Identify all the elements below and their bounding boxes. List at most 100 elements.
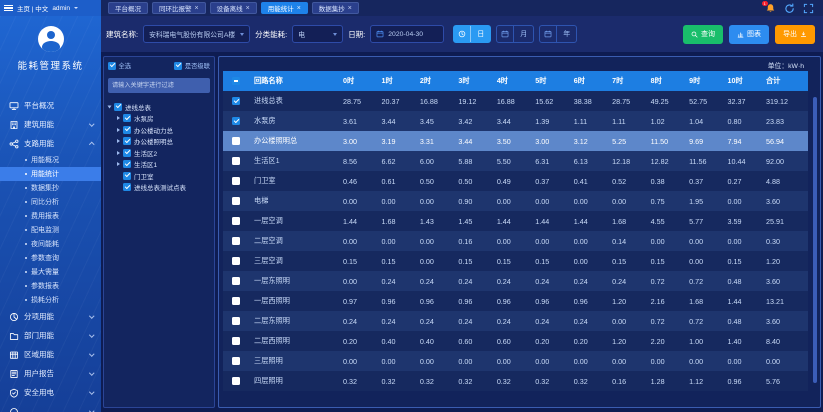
tab-3[interactable]: 设备离线×	[210, 2, 257, 14]
row-checkbox[interactable]	[232, 297, 240, 305]
fullscreen-icon[interactable]	[803, 3, 814, 14]
export-button[interactable]: 导出	[775, 25, 815, 44]
range-day-button[interactable]: 日	[453, 25, 491, 43]
sidebar-subitem-1[interactable]: 用能概况	[0, 153, 101, 167]
tab-4[interactable]: 用能统计×	[261, 2, 308, 14]
caret-icon[interactable]	[108, 105, 112, 108]
chart-view-button[interactable]: 图表	[729, 25, 769, 44]
tab-2[interactable]: 同环比报警×	[152, 2, 206, 14]
tree-node-checkbox[interactable]	[123, 160, 131, 168]
sidebar-subitem-9[interactable]: 最大需量	[0, 265, 101, 279]
chevron-down-icon	[89, 389, 94, 394]
sidebar-subitem-5[interactable]: 费用报表	[0, 209, 101, 223]
tree-node-5[interactable]: 生活区2	[108, 147, 210, 159]
row-checkbox[interactable]	[232, 317, 240, 325]
sidebar-subitem-2[interactable]: 用能统计	[0, 167, 101, 181]
tab-close-icon[interactable]: ×	[297, 5, 301, 12]
row-checkbox[interactable]	[232, 357, 240, 365]
sidebar-subitem-6[interactable]: 配电监测	[0, 223, 101, 237]
range-year-button[interactable]: 年	[539, 25, 577, 43]
sidebar-item-3[interactable]: 支路用能	[0, 134, 101, 153]
sidebar-item-5[interactable]: 部门用能	[0, 326, 101, 345]
home-language-link[interactable]: 主页 | 中文	[17, 3, 48, 13]
row-checkbox[interactable]	[232, 377, 240, 385]
refresh-icon[interactable]	[784, 3, 795, 14]
table-scrollbar[interactable]	[813, 97, 817, 383]
row-checkbox[interactable]	[232, 217, 240, 225]
sidebar-subitem-11[interactable]: 损耗分析	[0, 293, 101, 307]
tree-node-checkbox[interactable]	[123, 172, 131, 180]
tree-search-input[interactable]	[108, 78, 210, 93]
tree-node-8[interactable]: 进线总表测试点表	[108, 182, 210, 194]
caret-icon[interactable]	[117, 162, 120, 166]
tab-close-icon[interactable]: ×	[195, 5, 199, 12]
hour-value: 0.20	[535, 337, 549, 346]
sidebar-subitem-7[interactable]: 夜间能耗	[0, 237, 101, 251]
row-checkbox[interactable]	[232, 137, 240, 145]
hour-value: 1.68	[689, 297, 703, 306]
range-month-button[interactable]: 月	[496, 25, 534, 43]
tree-node-7[interactable]: 门卫室	[108, 170, 210, 182]
date-input[interactable]: 2020-04-30	[370, 25, 444, 43]
caret-icon[interactable]	[117, 139, 120, 143]
tree-node-checkbox[interactable]	[123, 149, 131, 157]
sidebar-subitem-8[interactable]: 参数查询	[0, 251, 101, 265]
sidebar-item-1[interactable]: 平台概况	[0, 96, 101, 115]
tree-node-4[interactable]: 办公楼照明总	[108, 136, 210, 148]
row-checkbox[interactable]	[232, 197, 240, 205]
caret-icon[interactable]	[117, 128, 120, 132]
tree-node-3[interactable]: 办公楼动力总	[108, 124, 210, 136]
row-checkbox[interactable]	[232, 177, 240, 185]
caret-icon[interactable]	[117, 151, 120, 155]
tree-node-2[interactable]: 水泵房	[108, 113, 210, 125]
tab-5[interactable]: 数据集抄×	[312, 2, 359, 14]
tab-close-icon[interactable]: ×	[246, 5, 250, 12]
hour-value-cell: 6.31	[529, 151, 567, 171]
tree-node-checkbox[interactable]	[123, 137, 131, 145]
sidebar-item-9[interactable]	[0, 402, 101, 412]
row-checkbox[interactable]	[232, 157, 240, 165]
row-checkbox[interactable]	[232, 97, 240, 105]
tree-node-checkbox[interactable]	[123, 114, 131, 122]
sidebar-subitem-label: 配电监测	[31, 225, 59, 235]
sidebar-subitem-10[interactable]: 参数报表	[0, 279, 101, 293]
row-checkbox[interactable]	[232, 117, 240, 125]
hour-value-cell: 20.37	[375, 91, 413, 111]
sidebar-item-7[interactable]: 用户报告	[0, 364, 101, 383]
cascade-option[interactable]: 是否级联	[174, 61, 210, 70]
building-select[interactable]: 安科瑞电气股份有限公司A楼	[143, 25, 250, 43]
row-checkbox[interactable]	[232, 337, 240, 345]
row-checkbox[interactable]	[232, 257, 240, 265]
tree-node-checkbox[interactable]	[123, 126, 131, 134]
user-menu[interactable]: admin	[52, 5, 70, 12]
hour-value: 0.49	[497, 177, 511, 186]
tree-node-checkbox[interactable]	[114, 103, 122, 111]
sidebar-item-6[interactable]: 区域用能	[0, 345, 101, 364]
caret-icon[interactable]	[117, 116, 120, 120]
notification-bell-icon[interactable]: 1	[765, 3, 776, 14]
hamburger-menu-icon[interactable]	[4, 5, 13, 12]
select-all-checkbox[interactable]	[108, 62, 116, 70]
tab-close-icon[interactable]: ×	[348, 5, 352, 12]
sidebar-subitem-3[interactable]: 数据集抄	[0, 181, 101, 195]
table-row: 四层照明0.320.320.320.320.320.320.320.161.28…	[223, 371, 808, 391]
sidebar-item-2[interactable]: 建筑用能	[0, 115, 101, 134]
hour-value-cell: 1.12	[683, 371, 721, 391]
tree-node-6[interactable]: 生活区1	[108, 159, 210, 171]
hour-value: 0.24	[458, 317, 472, 326]
sidebar-subitem-4[interactable]: 同比分析	[0, 195, 101, 209]
row-checkbox[interactable]	[232, 237, 240, 245]
select-all-rows-checkbox[interactable]	[232, 77, 240, 85]
hour-value: 0.24	[497, 277, 511, 286]
tree-node-checkbox[interactable]	[123, 183, 131, 191]
select-all-option[interactable]: 全选	[108, 61, 131, 70]
category-select[interactable]: 电	[292, 25, 343, 43]
tree-node-1[interactable]: 进线总表	[108, 101, 210, 113]
tab-1[interactable]: 平台概况	[108, 2, 148, 14]
sidebar-item-8[interactable]: 安全用电	[0, 383, 101, 402]
query-button[interactable]: 查询	[683, 25, 723, 44]
sidebar-item-4[interactable]: 分项用能	[0, 307, 101, 326]
sidebar-item-label: 区域用能	[24, 349, 54, 360]
cascade-checkbox[interactable]	[174, 62, 182, 70]
row-checkbox[interactable]	[232, 277, 240, 285]
